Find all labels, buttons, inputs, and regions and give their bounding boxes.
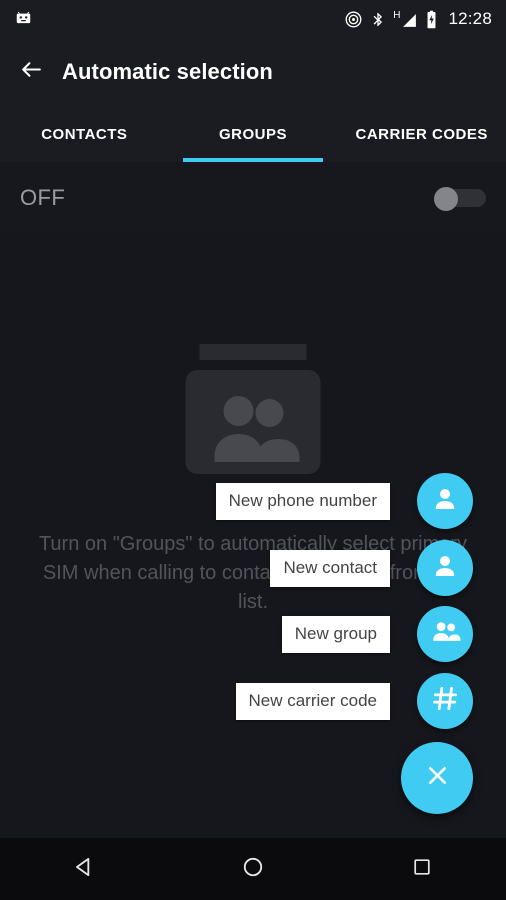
fab-label-new-phone-number[interactable]: New phone number: [215, 482, 390, 520]
hash-icon: [431, 684, 460, 718]
tab-carrier-codes[interactable]: CARRIER CODES: [337, 106, 506, 162]
status-bar-clock: 12:28: [448, 9, 492, 28]
fab-item-new-phone-number[interactable]: New phone number: [215, 473, 506, 529]
app-bar: Automatic selection: [0, 38, 506, 106]
status-bar: H 12:28: [0, 0, 506, 38]
android-head-icon: [14, 10, 33, 29]
placeholder-bar: [199, 344, 307, 360]
nav-home-button[interactable]: [211, 838, 295, 900]
groups-toggle-row[interactable]: OFF: [0, 162, 506, 234]
arrow-back-icon: [19, 57, 44, 87]
fab-button-new-group[interactable]: [417, 606, 473, 662]
tab-carrier-codes-label: CARRIER CODES: [355, 125, 488, 143]
signal-h-label: H: [393, 9, 401, 21]
fab-close-button[interactable]: [401, 742, 473, 814]
tab-contacts[interactable]: CONTACTS: [0, 106, 169, 162]
toggle-thumb: [434, 187, 458, 211]
fab-item-new-carrier-code[interactable]: New carrier code: [235, 673, 506, 729]
toggle-state-label: OFF: [20, 185, 66, 210]
phone-screen: H 12:28 Automatic selection CONTACTS GRO…: [0, 0, 506, 900]
nav-recents-button[interactable]: [380, 838, 464, 900]
person-icon: [430, 484, 460, 519]
page-title: Automatic selection: [62, 59, 273, 84]
close-icon: [424, 762, 451, 794]
nav-recents-icon: [410, 855, 434, 884]
fab-button-new-contact[interactable]: [417, 540, 473, 596]
battery-charging-icon: [425, 10, 438, 29]
signal-h-icon: H: [393, 10, 418, 29]
status-bar-left: [0, 10, 33, 29]
nav-home-icon: [240, 854, 266, 885]
tab-bar: CONTACTS GROUPS CARRIER CODES: [0, 106, 506, 162]
fab-button-new-carrier-code[interactable]: [417, 673, 473, 729]
tab-contacts-label: CONTACTS: [41, 125, 128, 143]
group-placeholder-icon: [185, 370, 321, 474]
bluetooth-icon: [370, 10, 386, 29]
nav-back-icon: [71, 854, 97, 885]
fab-item-new-contact[interactable]: New contact: [270, 540, 506, 596]
navigation-bar: [0, 838, 506, 900]
nav-back-button[interactable]: [42, 838, 126, 900]
groups-toggle-switch[interactable]: [434, 187, 486, 211]
fab-label-new-contact[interactable]: New contact: [270, 549, 390, 587]
fab-button-new-phone-number[interactable]: [417, 473, 473, 529]
status-bar-right: H 12:28: [344, 9, 506, 29]
back-button[interactable]: [0, 38, 62, 106]
people-icon: [430, 616, 461, 652]
fab-item-new-group[interactable]: New group: [281, 606, 506, 662]
fab-label-new-carrier-code[interactable]: New carrier code: [235, 682, 390, 720]
person-icon: [430, 551, 460, 586]
fab-label-new-group[interactable]: New group: [281, 615, 390, 653]
tab-groups[interactable]: GROUPS: [169, 106, 338, 162]
cast-icon: [344, 10, 363, 29]
tab-groups-label: GROUPS: [219, 125, 288, 143]
